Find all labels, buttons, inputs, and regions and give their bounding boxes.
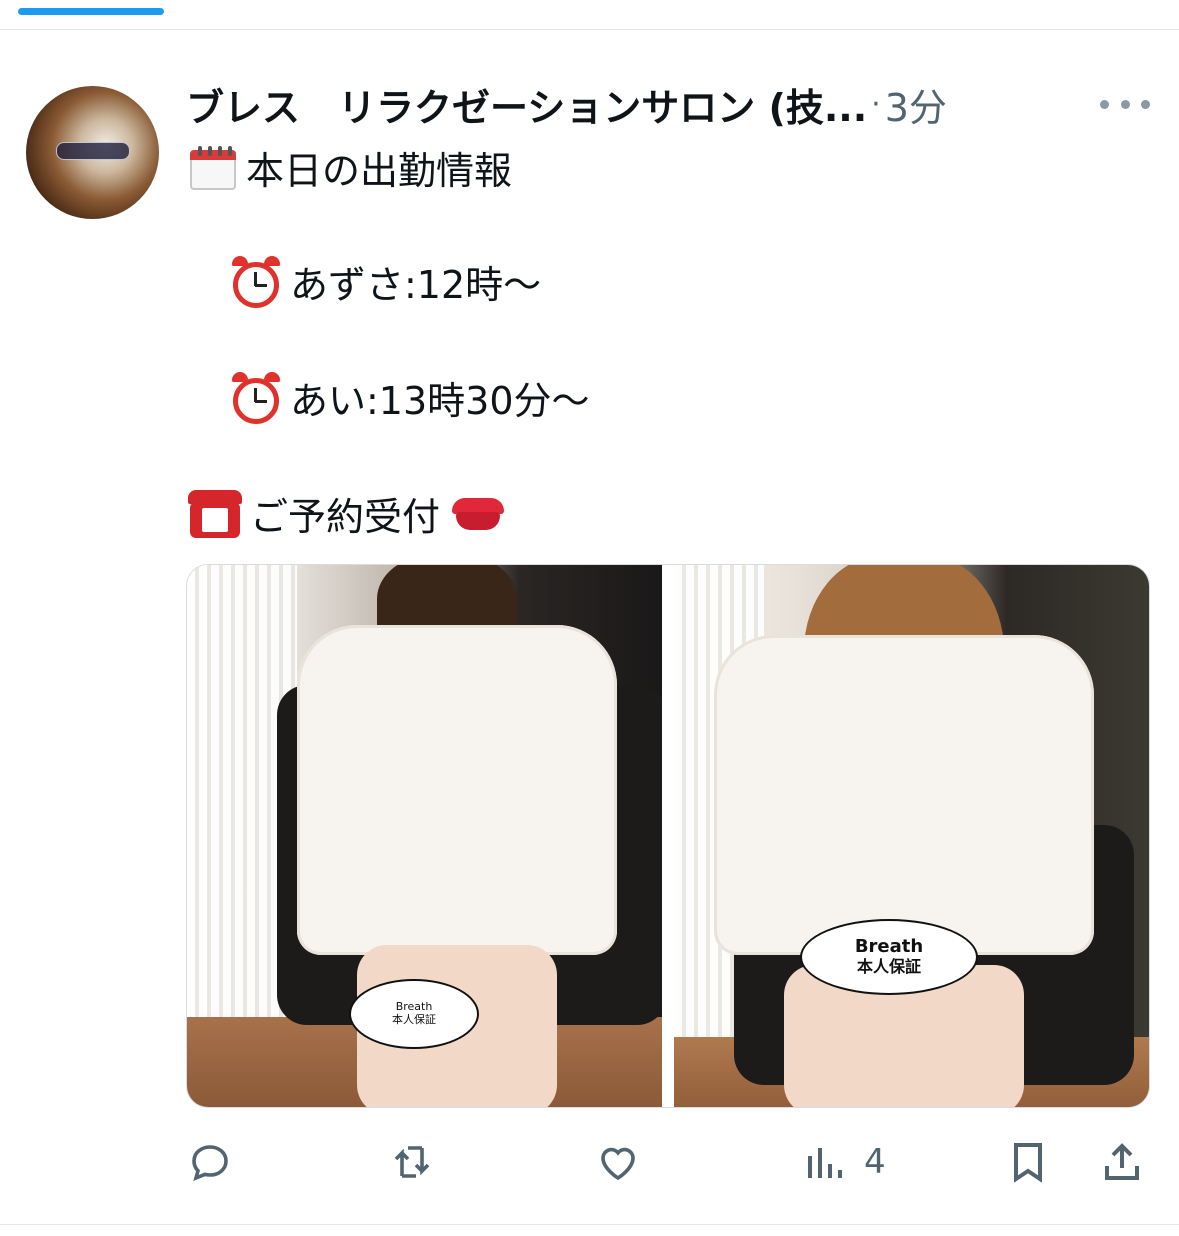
tweet-photo-2[interactable]: Breath 本人保証: [674, 565, 1149, 1107]
tweet-action-bar: 4: [186, 1134, 1150, 1190]
photo-1-stamp-caption: 本人保証: [392, 1013, 436, 1026]
author-name[interactable]: ブレス リラクゼーションサロン (技...: [186, 77, 867, 132]
tweet-line-4: ご予約受付: [188, 486, 514, 541]
tweet-line-2: あずさ:12時〜: [230, 254, 541, 309]
more-options-icon[interactable]: [1100, 92, 1150, 116]
views-icon: [808, 1148, 842, 1178]
bottom-divider: [0, 1224, 1179, 1225]
tweet-line-text: あい:13時30分〜: [290, 379, 590, 423]
tweet-line-1: 本日の出勤情報: [188, 140, 512, 195]
tweet-line-text: あずさ:12時〜: [290, 263, 542, 307]
bookmark-button[interactable]: [1004, 1134, 1052, 1190]
tweet-line-text: ご予約受付: [250, 495, 441, 539]
author-avatar[interactable]: [26, 86, 159, 219]
photo-2-stamp-caption: 本人保証: [856, 957, 921, 977]
tweet-header: ブレス リラクゼーションサロン (技... · 3分: [186, 78, 1046, 130]
tweet-timestamp[interactable]: 3分: [885, 77, 947, 132]
tweet-line-text: 本日の出勤情報: [246, 149, 513, 193]
like-button[interactable]: [594, 1134, 642, 1190]
loading-progress-bar: [18, 8, 164, 15]
share-icon: [1105, 1143, 1139, 1180]
reply-icon: [192, 1145, 228, 1182]
alarm-clock-icon: [230, 255, 282, 308]
tweet-media-grid: Breath 本人保証 Breath 本人保証: [186, 564, 1150, 1108]
alarm-clock-icon: [230, 371, 282, 424]
reply-button[interactable]: [186, 1134, 234, 1190]
retweet-button[interactable]: [388, 1134, 436, 1190]
telephone-icon: [188, 488, 242, 540]
bookmark-icon: [1014, 1143, 1042, 1183]
calendar-icon: [188, 144, 238, 192]
tweet-photo-1[interactable]: Breath 本人保証: [187, 565, 662, 1107]
top-divider: [0, 29, 1179, 30]
heart-icon: [601, 1147, 635, 1181]
retweet-icon: [394, 1146, 430, 1178]
views-count: 4: [864, 1142, 886, 1182]
header-separator: ·: [871, 86, 881, 122]
lips-icon: [450, 494, 506, 534]
views-button[interactable]: 4: [800, 1134, 886, 1190]
avatar-logo-badge: [56, 142, 130, 160]
share-button[interactable]: [1098, 1134, 1146, 1190]
tweet-line-3: あい:13時30分〜: [230, 370, 590, 425]
photo-2-stamp-title: Breath: [854, 936, 924, 958]
